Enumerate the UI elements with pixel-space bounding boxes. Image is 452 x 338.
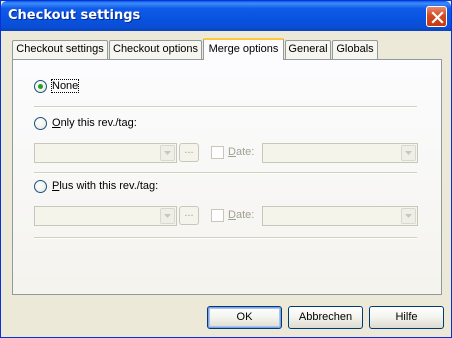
tab-checkout-options[interactable]: Checkout options xyxy=(109,40,202,59)
only-rev-date-combo[interactable] xyxy=(262,143,418,163)
cancel-button[interactable]: Abbrechen xyxy=(288,306,363,329)
help-button[interactable]: Hilfe xyxy=(369,306,444,329)
only-rev-tag-combo[interactable] xyxy=(34,143,177,163)
separator xyxy=(34,106,417,108)
plus-rev-tag-combo[interactable] xyxy=(34,206,177,226)
dropdown-arrow-icon xyxy=(160,208,175,224)
radio-only-rev-label: Only this rev./tag: xyxy=(52,117,137,129)
dropdown-arrow-icon xyxy=(401,208,416,224)
radio-button-none[interactable] xyxy=(34,80,47,93)
tab-checkout-settings[interactable]: Checkout settings xyxy=(12,40,108,59)
close-button[interactable] xyxy=(426,6,447,27)
plus-rev-date-combo[interactable] xyxy=(262,206,418,226)
radio-button-plus-rev[interactable] xyxy=(34,180,47,193)
ok-button[interactable]: OK xyxy=(207,306,282,329)
separator xyxy=(34,172,417,174)
only-rev-date-checkbox[interactable] xyxy=(211,146,224,159)
close-icon xyxy=(431,11,444,24)
tab-globals[interactable]: Globals xyxy=(332,40,378,59)
only-rev-browse-button[interactable]: ... xyxy=(179,143,199,162)
radio-button-only-rev[interactable] xyxy=(34,117,47,130)
tab-general[interactable]: General xyxy=(285,40,331,59)
tab-merge-options[interactable]: Merge options xyxy=(203,38,284,60)
radio-only-this-rev[interactable]: Only this rev./tag: xyxy=(34,116,154,132)
radio-none-label: None xyxy=(50,79,80,93)
dropdown-arrow-icon xyxy=(401,145,416,161)
plus-rev-date-checkbox[interactable] xyxy=(211,209,224,222)
plus-rev-browse-button[interactable]: ... xyxy=(179,206,199,225)
dropdown-arrow-icon xyxy=(160,145,175,161)
plus-rev-date-label: Date: xyxy=(228,209,255,221)
title-bar[interactable]: Checkout settings xyxy=(1,1,451,31)
radio-selected-dot xyxy=(38,84,43,89)
radio-plus-rev-label: Plus with this rev./tag: xyxy=(52,180,159,192)
separator xyxy=(34,237,417,239)
radio-none[interactable]: None xyxy=(34,79,94,95)
checkout-settings-dialog: Checkout settings Checkout settings Chec… xyxy=(0,0,452,338)
tab-strip: Checkout settings Checkout options Merge… xyxy=(12,38,442,60)
only-rev-date-label: Date: xyxy=(228,146,255,158)
window-title: Checkout settings xyxy=(8,8,141,23)
radio-plus-with-rev[interactable]: Plus with this rev./tag: xyxy=(34,179,174,195)
